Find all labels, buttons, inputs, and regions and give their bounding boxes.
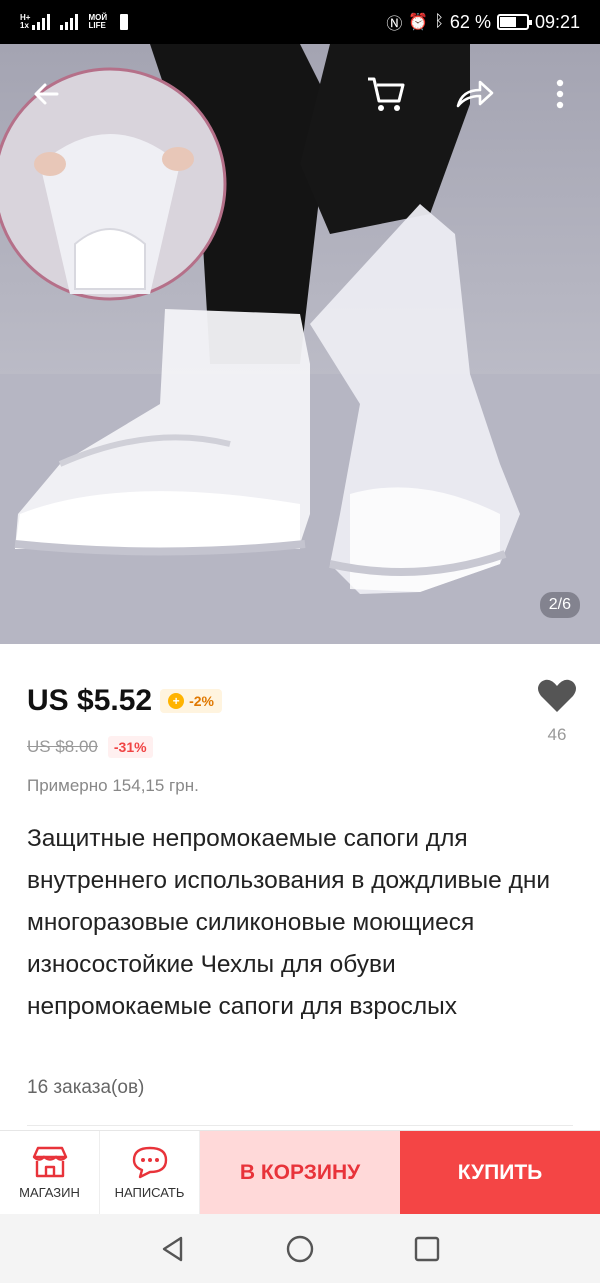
coin-discount-value: -2% xyxy=(189,693,214,709)
buy-now-button[interactable]: КУПИТЬ xyxy=(400,1131,600,1214)
wishlist-button[interactable]: 46 xyxy=(534,678,580,745)
product-title: Защитные непромокаемые сапоги для внутре… xyxy=(27,825,551,1020)
current-price: US $5.52 xyxy=(27,684,153,717)
product-photo xyxy=(0,44,600,644)
orders-count: 16 заказа(ов) xyxy=(27,1077,145,1098)
message-button[interactable]: НАПИСАТЬ xyxy=(100,1131,200,1214)
share-button[interactable] xyxy=(450,70,498,118)
signal-icon xyxy=(32,14,51,30)
image-counter: 2/6 xyxy=(539,592,580,618)
nfc-icon: Ⓝ xyxy=(386,16,403,33)
clock: 09:21 xyxy=(534,11,580,32)
chat-icon xyxy=(132,1146,167,1179)
battery-fill xyxy=(499,17,516,27)
wishlist-count: 46 xyxy=(547,725,567,744)
coin-icon: + xyxy=(168,693,185,709)
battery-percent: 62 % xyxy=(449,11,491,32)
more-vert-icon xyxy=(556,79,564,109)
alarm-icon: ⏰ xyxy=(408,14,429,31)
divider xyxy=(27,1125,573,1126)
old-price-row: US $8.00 -31% xyxy=(27,736,153,758)
battery-icon xyxy=(496,14,532,30)
price-row: US $5.52 + -2% xyxy=(27,684,222,718)
bottom-action-bar: МАГАЗИН НАПИСАТЬ В КОРЗИНУ КУПИТЬ xyxy=(0,1130,600,1214)
product-image-gallery[interactable]: 2/6 xyxy=(0,44,600,644)
back-arrow-icon xyxy=(34,83,59,105)
back-triangle-icon[interactable] xyxy=(159,1235,187,1263)
coin-discount-badge[interactable]: + -2% xyxy=(160,689,222,713)
heart-icon xyxy=(538,679,576,712)
network-sub: 1x xyxy=(20,21,29,30)
message-label: НАПИСАТЬ xyxy=(114,1185,185,1200)
discount-badge: -31% xyxy=(107,736,153,758)
cart-icon xyxy=(368,77,405,111)
bluetooth-icon: ᛒ xyxy=(434,13,444,30)
share-icon xyxy=(456,80,494,108)
system-nav-bar xyxy=(0,1214,600,1283)
recents-square-icon[interactable] xyxy=(413,1235,441,1263)
home-circle-icon[interactable] xyxy=(285,1234,315,1264)
approx-local-price: Примерно 154,15 грн. xyxy=(27,776,199,795)
add-to-cart-button[interactable]: В КОРЗИНУ xyxy=(200,1131,400,1214)
signal-icon-2 xyxy=(60,14,79,30)
store-button[interactable]: МАГАЗИН xyxy=(0,1131,100,1214)
store-icon xyxy=(32,1146,67,1178)
old-price: US $8.00 xyxy=(27,737,98,756)
back-button[interactable] xyxy=(22,70,70,118)
store-label: МАГАЗИН xyxy=(19,1185,80,1200)
carrier-label: МОЙ LIFE xyxy=(88,13,108,30)
more-options-button[interactable] xyxy=(536,70,584,118)
small-battery-icon xyxy=(120,14,129,30)
status-bar: H+ 1x МОЙ LIFE Ⓝ ⏰ ᛒ 62 % 09:21 xyxy=(0,0,600,44)
cart-button[interactable] xyxy=(362,70,410,118)
